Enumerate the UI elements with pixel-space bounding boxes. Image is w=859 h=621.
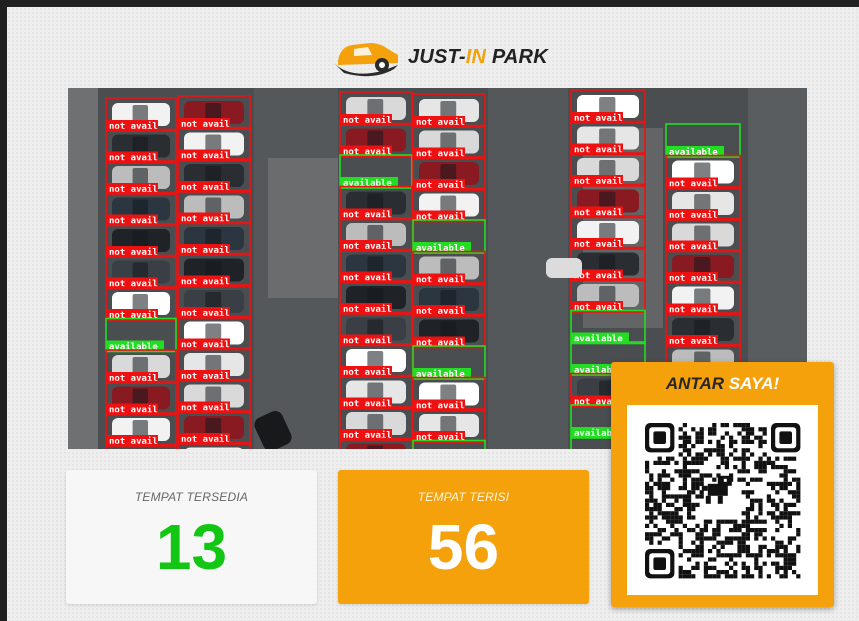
available-spots-title: TEMPAT TERSEDIA xyxy=(134,490,249,504)
occupied-spots-count: 56 xyxy=(427,511,500,583)
slot-label-not-available: not avail xyxy=(181,119,230,130)
slot-label-not-available: not avail xyxy=(109,310,158,321)
slot-label-not-available: not avail xyxy=(109,405,158,416)
slot-label-not-available: not avail xyxy=(181,371,230,382)
guide-me-title: ANTAR SAYA! xyxy=(665,374,780,393)
slot-label-not-available: not avail xyxy=(416,149,465,160)
slot-label-not-available: not avail xyxy=(109,247,158,258)
slot-label-not-available: not avail xyxy=(109,436,158,447)
occupied-spots-card: TEMPAT TERISI 56 xyxy=(338,470,589,604)
slot-label-available: available xyxy=(574,334,623,345)
slot-label-not-available: not avail xyxy=(416,275,465,286)
slot-label-not-available: not avail xyxy=(669,242,718,253)
slot-label-not-available: not avail xyxy=(416,180,465,191)
slot-label-not-available: not avail xyxy=(343,430,392,441)
slot-label-not-available: not avail xyxy=(669,336,718,347)
slot-label-not-available: not avail xyxy=(109,279,158,290)
car-logo-icon xyxy=(334,43,398,77)
slot-label-not-available: not avail xyxy=(343,115,392,126)
aisle-car xyxy=(546,258,582,278)
slot-label-not-available: not avail xyxy=(109,184,158,195)
slot-label-not-available: not avail xyxy=(416,212,465,223)
occupied-spots-title: TEMPAT TERISI xyxy=(417,490,510,504)
slot-label-not-available: not avail xyxy=(574,113,623,124)
slot-label-not-available: not avail xyxy=(343,367,392,378)
slot-label-not-available: not avail xyxy=(181,214,230,225)
slot-label-not-available: not avail xyxy=(181,340,230,351)
slot-label-not-available: not avail xyxy=(109,216,158,227)
slot-label-available: available xyxy=(416,243,465,254)
slot-label-not-available: not avail xyxy=(669,179,718,190)
slot-label-not-available: not avail xyxy=(109,373,158,384)
slot-label-not-available: not avail xyxy=(574,208,623,219)
slot-label-not-available: not avail xyxy=(669,305,718,316)
slot-label-not-available: not avail xyxy=(181,182,230,193)
slot-label-not-available: not avail xyxy=(574,176,623,187)
slot-label-not-available: not avail xyxy=(181,277,230,288)
slot-label-available: available xyxy=(416,369,465,380)
slot-label-not-available: not avail xyxy=(416,306,465,317)
slot-label-not-available: not avail xyxy=(669,273,718,284)
slot-label-not-available: not avail xyxy=(181,434,230,445)
slot-label-not-available: not avail xyxy=(181,245,230,256)
slot-label-not-available: not avail xyxy=(416,401,465,412)
slot-label-not-available: not avail xyxy=(343,399,392,410)
slot-label-not-available: not avail xyxy=(343,304,392,315)
brand-logo: JUST-IN PARK xyxy=(330,29,548,85)
slot-label-not-available: not avail xyxy=(343,336,392,347)
slot-label-not-available: not avail xyxy=(343,210,392,221)
slot-label-available: available xyxy=(109,342,158,353)
guide-me-panel: ANTAR SAYA! xyxy=(611,362,834,607)
slot-label-available: available xyxy=(669,147,718,158)
qr-code-icon[interactable] xyxy=(627,405,818,595)
brand-name: JUST-IN PARK xyxy=(408,45,548,68)
slot-label-not-available: not avail xyxy=(181,151,230,162)
slot-label-not-available: not avail xyxy=(574,302,623,313)
slot-label-not-available: not avail xyxy=(343,273,392,284)
slot-label-not-available: not avail xyxy=(416,117,465,128)
slot-label-not-available: not avail xyxy=(343,147,392,158)
slot-label-not-available: not avail xyxy=(416,338,465,349)
available-spots-card: TEMPAT TERSEDIA 13 xyxy=(66,470,317,604)
slot-label-not-available: not avail xyxy=(343,241,392,252)
slot-label-not-available: not avail xyxy=(181,403,230,414)
slot-label-not-available: not avail xyxy=(109,121,158,132)
slot-label-not-available: not avail xyxy=(109,153,158,164)
parked-car xyxy=(186,447,242,449)
slot-label-not-available: not avail xyxy=(669,210,718,221)
slot-label-available: available xyxy=(343,178,392,189)
app-window: JUST-IN PARK not avail not avail not avail… xyxy=(7,7,859,621)
slot-label-not-available: not avail xyxy=(416,432,465,443)
available-spots-count: 13 xyxy=(155,511,228,583)
slot-label-not-available: not avail xyxy=(181,308,230,319)
slot-label-not-available: not avail xyxy=(574,239,623,250)
slot-label-not-available: not avail xyxy=(574,145,623,156)
